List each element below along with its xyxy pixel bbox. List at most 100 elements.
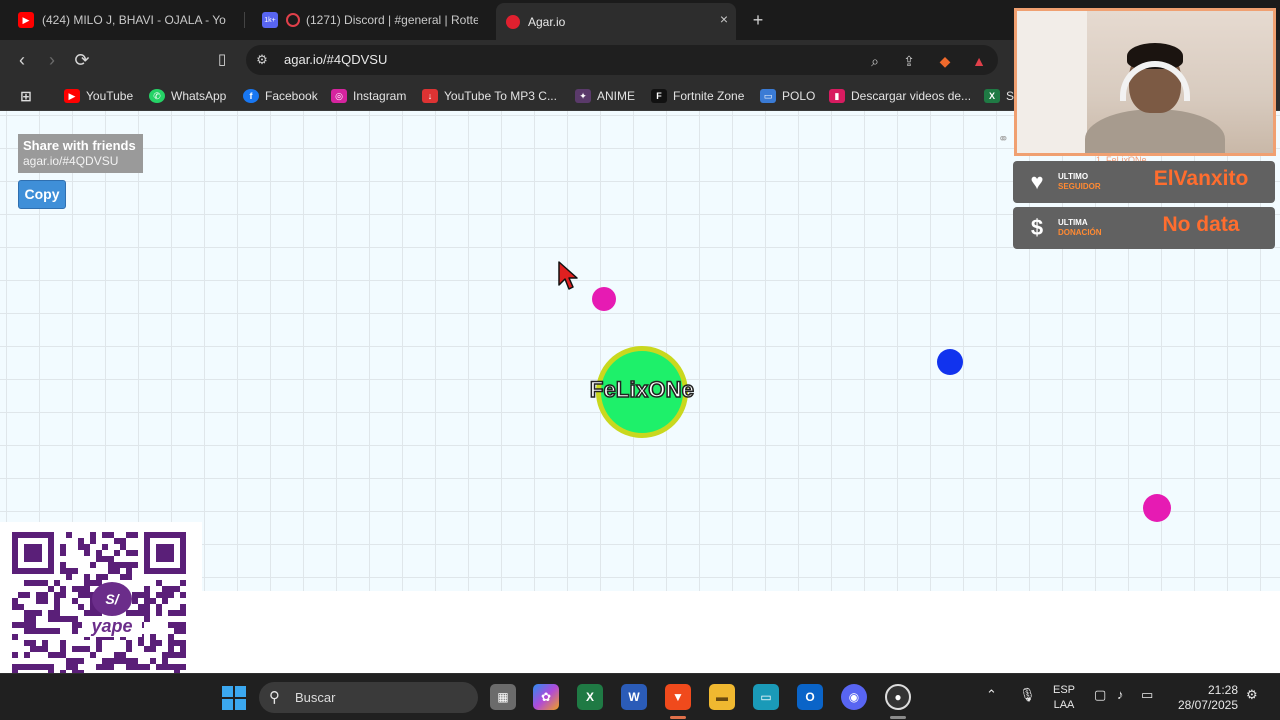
battery-icon[interactable]: ▭ — [1141, 687, 1153, 703]
heart-icon: ♥ — [1030, 169, 1044, 194]
share-url: agar.io/#4QDVSU — [23, 154, 119, 168]
tab-youtube[interactable]: ▶ (424) MILO J, BHAVI - OJALA - YouTube — [8, 4, 236, 36]
task-view-icon[interactable]: ▦ — [490, 684, 516, 710]
time: 21:28 — [1207, 683, 1238, 697]
obs-icon[interactable]: ● — [885, 684, 911, 710]
active-app-indicator — [670, 716, 686, 719]
spectate-icon[interactable]: ⚭ — [998, 131, 1009, 147]
copy-button[interactable]: Copy — [18, 180, 66, 209]
discord-icon[interactable]: ◉ — [841, 684, 867, 710]
brave-rewards-icon[interactable]: ▲ — [970, 52, 988, 70]
yape-symbol: S/ — [105, 591, 119, 607]
follower-label-2: SEGUIDOR — [1058, 182, 1101, 191]
taskbar: ⚲ Buscar ▦ ✿ X W ▼ ▬ ▭ O ◉ ● ⌃ 🎙 ESP LAA… — [0, 673, 1280, 720]
language-indicator[interactable]: ESP LAA — [1052, 683, 1076, 713]
bookmark-label: S — [1006, 89, 1015, 103]
bookmark-youtube[interactable]: ▶ YouTube — [64, 86, 133, 106]
screen: ▶ (424) MILO J, BHAVI - OJALA - YouTube … — [0, 0, 1280, 720]
yape-logo: S/ — [92, 582, 132, 616]
bookmark-polo[interactable]: ▭ POLO — [760, 86, 815, 106]
taskbar-search[interactable]: ⚲ Buscar — [259, 682, 478, 713]
bookmark-anime[interactable]: ✦ ANIME — [575, 86, 635, 106]
follower-label-1: ULTIMO — [1058, 172, 1089, 181]
donation-value: No data — [1162, 213, 1240, 236]
share-panel: Share with friends agar.io/#4QDVSU — [18, 134, 143, 173]
tab-title: (424) MILO J, BHAVI - OJALA - YouTube — [42, 13, 226, 27]
forward-button[interactable]: › — [40, 48, 64, 72]
tab-discord[interactable]: 1k+ (1271) Discord | #general | Rotterda… — [252, 4, 488, 36]
clock[interactable]: 21:28 28/07/2025 — [1172, 683, 1238, 713]
lang-code: ESP — [1052, 684, 1075, 696]
date: 28/07/2025 — [1177, 698, 1238, 712]
lang-layout: LAA — [1053, 699, 1075, 711]
bookmark-label: ANIME — [597, 89, 636, 103]
anime-icon: ✦ — [575, 89, 591, 103]
back-button[interactable]: ‹ — [10, 48, 34, 72]
windows-start-icon[interactable] — [222, 686, 246, 710]
bookmark-label: WhatsApp — [171, 89, 227, 103]
excel-icon[interactable]: X — [577, 684, 603, 710]
show-hidden-icons-icon[interactable]: ⌃ — [986, 687, 997, 703]
brave-browser-icon[interactable]: ▼ — [665, 684, 691, 710]
bookmark-descargar[interactable]: ▮ Descargar videos de... — [829, 86, 971, 106]
tab-title: (1271) Discord | #general | Rotterdam — [306, 13, 478, 27]
address-bar[interactable]: ⚙ agar.io/#4QDVSU ⌕ ⇪ ◆ ▲ — [246, 45, 998, 75]
microphone-icon[interactable]: 🎙 — [1019, 687, 1036, 703]
volume-icon[interactable]: ♪ — [1117, 687, 1124, 702]
bookmark-facebook[interactable]: f Facebook — [243, 86, 318, 106]
brave-shield-icon[interactable]: ◆ — [936, 52, 954, 70]
tab-agario[interactable]: Agar.io × — [496, 3, 736, 40]
pellet — [937, 349, 963, 375]
site-settings-icon[interactable]: ⚙ — [254, 52, 270, 68]
reload-button[interactable]: ⟳ — [70, 48, 94, 72]
file-explorer-icon[interactable]: ▬ — [709, 684, 735, 710]
bookmark-excel[interactable]: XS — [984, 86, 1014, 106]
bookmark-label: Descargar videos de... — [851, 89, 972, 103]
bookmark-icon[interactable]: ▯ — [210, 48, 234, 72]
zoom-icon[interactable]: ⌕ — [866, 52, 884, 70]
bookmark-youtube-mp3[interactable]: ↓ YouTube To MP3 C... — [422, 86, 557, 106]
discord-icon: 1k+ — [262, 12, 278, 28]
download-icon: ↓ — [422, 89, 438, 103]
bookmark-whatsapp[interactable]: ✆ WhatsApp — [149, 86, 226, 106]
agar-icon — [506, 14, 520, 29]
recording-icon — [286, 13, 300, 27]
search-placeholder: Buscar — [295, 690, 336, 705]
dollar-icon: $ — [1030, 215, 1044, 240]
bookmark-label: Facebook — [265, 89, 318, 103]
tab-separator — [244, 12, 245, 28]
apps-grid-icon[interactable]: ⊞ — [18, 86, 40, 106]
share-title: Share with friends — [23, 138, 136, 153]
whatsapp-icon: ✆ — [149, 89, 165, 103]
outlook-icon[interactable]: O — [797, 684, 823, 710]
pellet — [1143, 494, 1171, 522]
excel-icon: X — [984, 89, 1000, 103]
bookmark-instagram[interactable]: ◎ Instagram — [331, 86, 406, 106]
notifications-icon[interactable]: ⚙ — [1246, 687, 1258, 703]
youtube-icon: ▶ — [64, 89, 80, 103]
bookmark-label: POLO — [782, 89, 816, 103]
player-name: FeLixONe — [589, 376, 695, 403]
share-icon[interactable]: ⇪ — [900, 52, 918, 70]
url-text: agar.io/#4QDVSU — [284, 52, 388, 67]
copilot-icon[interactable]: ✿ — [533, 684, 559, 710]
new-tab-button[interactable]: + — [748, 8, 768, 32]
network-icon[interactable]: ▢ — [1094, 687, 1106, 703]
search-icon: ⚲ — [269, 689, 280, 706]
close-tab-icon[interactable]: × — [720, 11, 728, 27]
video-icon: ▮ — [829, 89, 845, 103]
remote-desktop-icon[interactable]: ▭ — [753, 684, 779, 710]
word-icon[interactable]: W — [621, 684, 647, 710]
last-follower-box: ♥ ULTIMO SEGUIDOR ElVanxito — [1013, 161, 1275, 203]
instagram-icon: ◎ — [331, 89, 347, 103]
bookmark-label: Fortnite Zone — [673, 89, 745, 103]
bookmark-label: YouTube — [86, 89, 134, 103]
yape-brand: yape — [82, 616, 142, 637]
polo-icon: ▭ — [760, 89, 776, 103]
bookmark-fortnite[interactable]: F Fortnite Zone — [651, 86, 744, 106]
pellet — [592, 287, 616, 311]
mouse-cursor-icon — [558, 261, 578, 290]
donation-label-2: DONACIÓN — [1058, 228, 1102, 237]
follower-value: ElVanxito — [1153, 167, 1249, 190]
webcam-overlay — [1014, 8, 1276, 156]
